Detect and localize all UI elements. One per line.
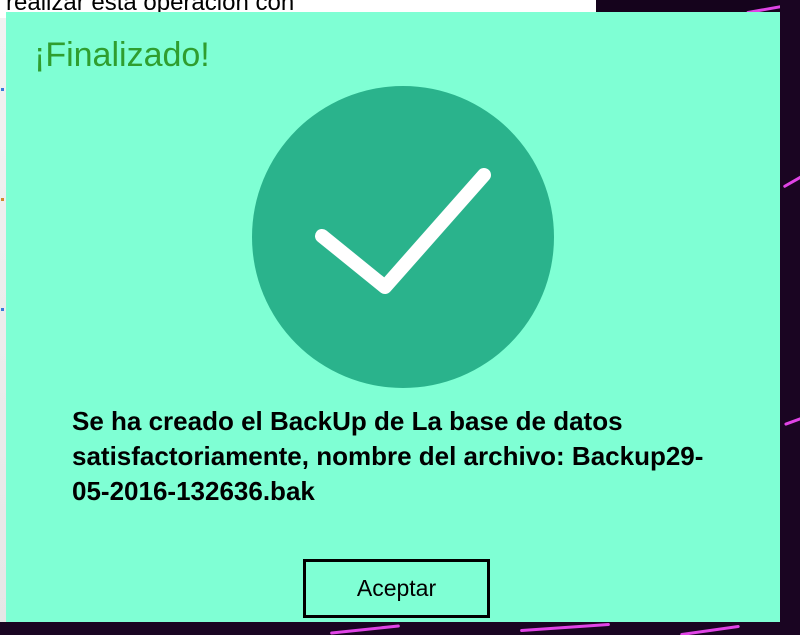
desktop-background-bottom [0, 622, 800, 635]
accept-button[interactable]: Aceptar [303, 559, 490, 618]
dialog-message: Se ha creado el BackUp de La base de dat… [72, 406, 704, 506]
desktop-background-right [780, 0, 800, 635]
checkmark-circle-icon [252, 86, 554, 388]
backup-finished-dialog: ¡Finalizado! Se ha creado el BackUp de L… [6, 12, 780, 622]
dialog-title: ¡Finalizado! [34, 36, 210, 74]
